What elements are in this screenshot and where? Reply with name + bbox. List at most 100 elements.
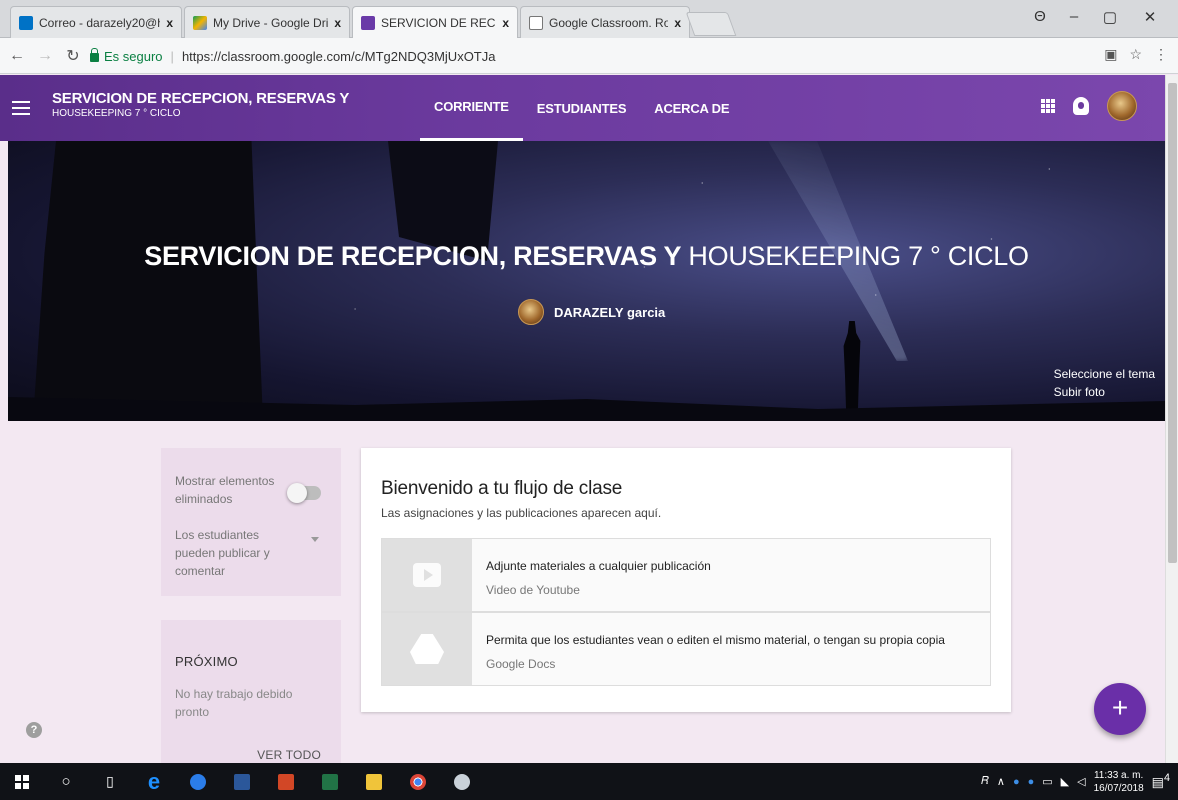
page-scrollbar[interactable]: [1165, 75, 1178, 763]
help-icon[interactable]: ?: [26, 722, 42, 738]
classroom-icon: [361, 16, 375, 30]
info-icon[interactable]: ●: [1028, 776, 1035, 788]
browser-tab-outlook[interactable]: Correo - darazely20@hot x: [10, 6, 182, 38]
account-avatar[interactable]: [1107, 91, 1137, 121]
create-post-button[interactable]: +: [1094, 683, 1146, 735]
system-tray: 𝑅 ∧ ● ● ▭ ◣ ◁ 11:33 a. m. 16/07/2018 ▤4: [981, 763, 1178, 800]
welcome-card: Bienvenido a tu flujo de clase Las asign…: [361, 448, 1011, 712]
clock-date: 16/07/2018: [1093, 782, 1144, 794]
class-banner: SERVICION DE RECEPCION, RESERVAS Y HOUSE…: [8, 141, 1165, 421]
upcoming-title: PRÓXIMO: [175, 654, 238, 669]
attachment-tip: Adjunte materiales a cualquier publicaci…: [381, 538, 991, 612]
browser-tab-classroom[interactable]: SERVICION DE RECEPCIO x: [352, 6, 518, 39]
attachment-title: Adjunte materiales a cualquier publicaci…: [486, 559, 711, 573]
banner-title-bold: SERVICION DE RECEPCION, RESERVAS Y: [144, 241, 682, 271]
welcome-subtitle: Las asignaciones y las publicaciones apa…: [381, 506, 662, 520]
notifications-icon[interactable]: [1073, 97, 1089, 115]
select-theme-link[interactable]: Seleccione el tema: [1054, 365, 1155, 383]
show-deleted-toggle[interactable]: [287, 483, 321, 503]
cortana-search-icon[interactable]: ○: [44, 763, 88, 800]
document-icon: [529, 15, 543, 30]
forward-icon[interactable]: →: [34, 47, 56, 65]
teacher-name: DARAZELY garcia: [554, 304, 666, 320]
url-text[interactable]: https://classroom.google.com/c/MTg2NDQ3M…: [182, 49, 496, 64]
attachment-subtitle: Google Docs: [486, 657, 556, 671]
google-drive-icon: [193, 15, 207, 30]
volume-icon[interactable]: ◁: [1077, 775, 1085, 788]
close-tab-icon[interactable]: x: [674, 16, 681, 30]
start-button[interactable]: [0, 763, 44, 800]
attachment-thumb: [382, 613, 472, 685]
battery-icon[interactable]: ▭: [1042, 775, 1052, 788]
attachment-thumb: [382, 539, 472, 611]
back-icon[interactable]: ←: [6, 47, 28, 65]
tab-title: SERVICION DE RECEPCIO: [381, 16, 496, 30]
omnibox[interactable]: Es seguro | https://classroom.google.com…: [90, 43, 1150, 69]
header-actions: [1041, 91, 1137, 121]
browser-tab-classroom-rosa[interactable]: Google Classroom. Rosa x: [520, 6, 690, 38]
address-bar-actions: ▣ ☆ ⋮: [1104, 46, 1168, 63]
outlook-icon: [19, 15, 33, 30]
attachment-subtitle: Video de Youtube: [486, 583, 580, 597]
messaging-icon[interactable]: [176, 763, 220, 800]
stream-settings-card: Mostrar elementos eliminados Los estudia…: [161, 448, 341, 596]
people-icon[interactable]: 𝑅: [981, 775, 989, 788]
attachment-title: Permita que los estudiantes vean o edite…: [486, 633, 945, 647]
windows-taskbar: ○ ▯ e 𝑅 ∧ ● ● ▭ ◣ ◁ 11:33 a. m. 16/07/20…: [0, 763, 1178, 800]
student-permissions-label[interactable]: Los estudiantes pueden publicar y coment…: [175, 526, 295, 580]
teacher-info: DARAZELY garcia: [518, 299, 665, 325]
close-window-icon[interactable]: ✕: [1140, 8, 1160, 26]
taskbar-clock[interactable]: 11:33 a. m. 16/07/2018: [1094, 769, 1144, 795]
wifi-icon[interactable]: ◣: [1061, 775, 1069, 788]
reload-icon[interactable]: ↻: [62, 46, 84, 66]
secure-label: Es seguro: [104, 48, 163, 64]
new-tab-button[interactable]: [685, 12, 737, 36]
show-deleted-label: Mostrar elementos eliminados: [175, 474, 275, 506]
edge-icon[interactable]: e: [132, 763, 176, 800]
apps-grid-icon[interactable]: [1041, 99, 1055, 113]
browser-menu-icon[interactable]: ⋮: [1154, 46, 1168, 63]
bookmark-star-icon[interactable]: ☆: [1129, 46, 1142, 63]
clock-time: 11:33 a. m.: [1093, 769, 1144, 781]
upload-photo-link[interactable]: Subir foto: [1054, 383, 1155, 401]
close-tab-icon[interactable]: x: [502, 16, 509, 30]
tab-students[interactable]: ESTUDIANTES: [523, 75, 641, 141]
class-section: HOUSEKEEPING 7 ° CICLO: [52, 108, 181, 119]
welcome-title: Bienvenido a tu flujo de clase: [381, 478, 623, 499]
word-icon[interactable]: [220, 763, 264, 800]
class-name[interactable]: SERVICION DE RECEPCION, RESERVAS Y HOUSE…: [52, 91, 349, 119]
task-view-icon[interactable]: ▯: [88, 763, 132, 800]
minimize-icon[interactable]: –: [1064, 8, 1084, 25]
bluetooth-icon[interactable]: ●: [1013, 776, 1020, 788]
chevron-down-icon[interactable]: [311, 537, 319, 542]
browser-tab-drive[interactable]: My Drive - Google Drive x: [184, 6, 350, 38]
chrome-icon[interactable]: [396, 763, 440, 800]
notification-count: 4: [1163, 772, 1170, 785]
hamburger-menu-icon[interactable]: [12, 101, 30, 115]
view-all-link[interactable]: VER TODO: [257, 748, 321, 762]
powerpoint-icon[interactable]: [264, 763, 308, 800]
tab-stream[interactable]: CORRIENTE: [420, 75, 523, 141]
banner-title: SERVICION DE RECEPCION, RESERVAS Y HOUSE…: [8, 241, 1165, 272]
tab-about[interactable]: ACERCA DE: [640, 75, 743, 141]
banner-actions: Seleccione el tema Subir foto: [1054, 365, 1155, 401]
file-explorer-icon[interactable]: [352, 763, 396, 800]
teacher-avatar: [518, 299, 544, 325]
upcoming-card: PRÓXIMO No hay trabajo debido pronto VER…: [161, 620, 341, 763]
close-tab-icon[interactable]: x: [166, 16, 173, 30]
scrollbar-thumb[interactable]: [1168, 83, 1177, 563]
paint-icon[interactable]: [440, 763, 484, 800]
rock-formation-image: [33, 141, 263, 421]
close-tab-icon[interactable]: x: [334, 16, 341, 30]
windows-logo-icon: [15, 774, 29, 789]
restore-icon[interactable]: ▢: [1100, 8, 1120, 26]
translate-icon[interactable]: ▣: [1104, 46, 1117, 63]
secure-indicator[interactable]: Es seguro: [90, 47, 163, 64]
show-hidden-icons[interactable]: ∧: [997, 775, 1005, 788]
upcoming-empty-text: No hay trabajo debido pronto: [175, 687, 293, 719]
action-center-icon[interactable]: ▤4: [1152, 772, 1170, 790]
classroom-header: SERVICION DE RECEPCION, RESERVAS Y HOUSE…: [0, 75, 1165, 141]
profile-icon[interactable]: Θ: [1030, 8, 1050, 25]
drive-icon: [410, 634, 444, 664]
excel-icon[interactable]: [308, 763, 352, 800]
